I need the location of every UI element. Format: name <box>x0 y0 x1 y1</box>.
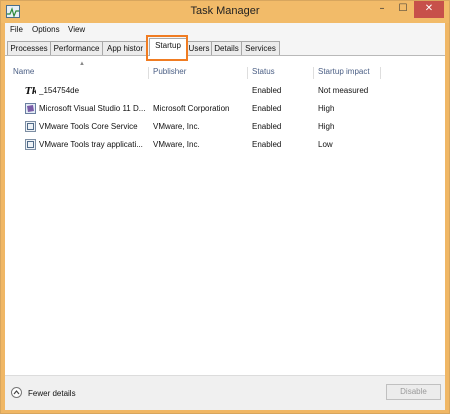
row-impact: Low <box>318 140 333 149</box>
disable-button[interactable]: Disable <box>386 384 441 400</box>
row-status: Enabled <box>252 104 282 113</box>
svg-text:Tk: Tk <box>25 87 36 96</box>
row-publisher: VMware, Inc. <box>153 122 200 131</box>
row-name: VMware Tools tray applicati... <box>39 140 143 149</box>
table-row[interactable]: VMware Tools tray applicati... VMware, I… <box>5 137 445 155</box>
row-name: VMware Tools Core Service <box>39 122 138 131</box>
tab-details[interactable]: Details <box>211 41 242 55</box>
startup-tab-highlight <box>146 35 188 61</box>
tab-app-history[interactable]: App histor <box>102 41 148 55</box>
column-header-status[interactable]: Status <box>248 67 314 79</box>
tab-users[interactable]: Users <box>186 41 212 55</box>
task-manager-window: Task Manager – ☐ ✕ File Options View Pro… <box>0 0 450 414</box>
chevron-up-circle-icon[interactable] <box>11 387 22 398</box>
row-impact: High <box>318 122 335 131</box>
row-status: Enabled <box>252 86 282 95</box>
row-publisher: VMware, Inc. <box>153 140 200 149</box>
tk-app-icon: Tk <box>25 87 36 96</box>
visual-studio-icon <box>25 103 36 114</box>
column-header-publisher[interactable]: Publisher <box>149 67 248 79</box>
menu-options[interactable]: Options <box>32 25 60 34</box>
sort-up-icon: ▲ <box>79 61 85 67</box>
menu-bar: File Options View <box>5 23 445 37</box>
menu-file[interactable]: File <box>10 25 23 34</box>
tab-performance[interactable]: Performance <box>50 41 103 55</box>
close-button[interactable]: ✕ <box>414 1 444 18</box>
row-status: Enabled <box>252 122 282 131</box>
column-header-name[interactable]: ▲ Name <box>9 61 149 79</box>
row-name: Microsoft Visual Studio 11 D... <box>39 104 146 113</box>
row-name: _154754de <box>39 86 80 95</box>
client-area: File Options View Processes Performance … <box>5 23 445 410</box>
vmware-icon <box>25 139 36 150</box>
menu-view[interactable]: View <box>68 25 85 34</box>
row-publisher: Microsoft Corporation <box>153 104 230 113</box>
column-header-startup-impact[interactable]: Startup impact <box>314 67 381 79</box>
table-row[interactable]: Tk _154754de Enabled Not measured <box>5 83 445 101</box>
tab-services[interactable]: Services <box>241 41 280 55</box>
column-headers: ▲ Name Publisher Status Startup impact <box>5 61 445 80</box>
title-bar[interactable]: Task Manager – ☐ ✕ <box>1 1 449 23</box>
table-row[interactable]: VMware Tools Core Service VMware, Inc. E… <box>5 119 445 137</box>
row-impact: High <box>318 104 335 113</box>
tab-processes[interactable]: Processes <box>7 41 51 55</box>
row-status: Enabled <box>252 140 282 149</box>
fewer-details-link[interactable]: Fewer details <box>28 389 76 398</box>
vmware-icon <box>25 121 36 132</box>
tab-strip: Processes Performance App histor Startup… <box>5 37 445 56</box>
minimize-button[interactable]: – <box>372 1 392 18</box>
table-row[interactable]: Microsoft Visual Studio 11 D... Microsof… <box>5 101 445 119</box>
maximize-button[interactable]: ☐ <box>393 1 413 18</box>
footer-bar: Fewer details Disable <box>5 375 445 410</box>
row-impact: Not measured <box>318 86 369 95</box>
